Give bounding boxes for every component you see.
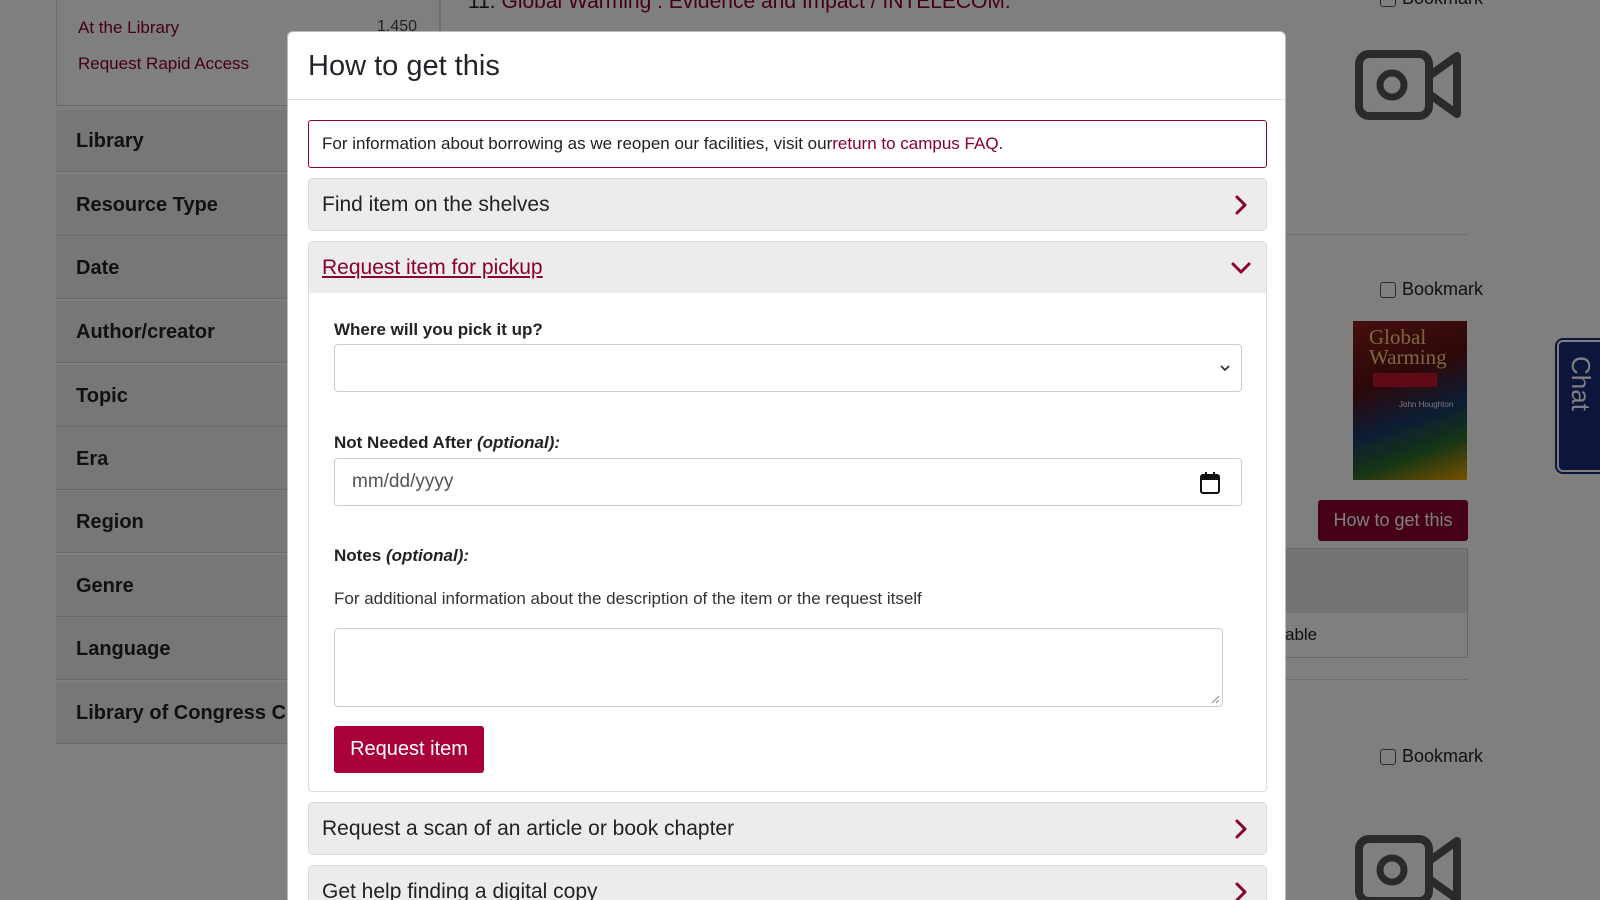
chevron-down-icon — [1220, 365, 1230, 372]
modal-header: How to get this — [288, 32, 1285, 100]
resize-grip-icon[interactable] — [1210, 694, 1220, 704]
chevron-right-icon — [1235, 819, 1247, 838]
section-header-scan[interactable]: Request a scan of an article or book cha… — [309, 803, 1266, 854]
section-digital-copy: Get help finding a digital copy — [308, 865, 1267, 900]
info-alert: For information about borrowing as we re… — [308, 120, 1267, 168]
chevron-right-icon — [1235, 882, 1247, 900]
section-request-pickup: Request item for pickup Where will you p… — [308, 241, 1267, 792]
notes-help-text: For additional information about the des… — [334, 589, 922, 608]
pickup-form: Where will you pick it up? Not Needed Af… — [309, 293, 1266, 791]
section-request-scan: Request a scan of an article or book cha… — [308, 802, 1267, 855]
section-header-pickup[interactable]: Request item for pickup — [309, 242, 1266, 293]
notes-textarea[interactable] — [334, 628, 1223, 707]
not-needed-after-label: Not Needed After (optional): — [334, 433, 561, 452]
modal-body: For information about borrowing as we re… — [308, 120, 1267, 900]
pickup-location-label: Where will you pick it up? — [334, 320, 543, 339]
calendar-icon[interactable] — [1199, 471, 1221, 495]
modal-title: How to get this — [308, 50, 500, 82]
section-header-find[interactable]: Find item on the shelves — [309, 179, 1266, 230]
section-find-on-shelves: Find item on the shelves — [308, 178, 1267, 231]
chevron-down-icon — [1231, 262, 1251, 273]
section-header-digital[interactable]: Get help finding a digital copy — [309, 866, 1266, 900]
how-to-get-this-modal: How to get this For information about bo… — [287, 31, 1286, 900]
pickup-location-select[interactable] — [334, 344, 1242, 392]
chevron-right-icon — [1235, 195, 1247, 214]
not-needed-after-date-input[interactable]: mm/dd/yyyy — [334, 458, 1242, 506]
return-to-campus-faq-link[interactable]: return to campus FAQ — [832, 134, 998, 154]
request-item-button[interactable]: Request item — [334, 726, 484, 773]
notes-label: Notes (optional): — [334, 546, 470, 565]
